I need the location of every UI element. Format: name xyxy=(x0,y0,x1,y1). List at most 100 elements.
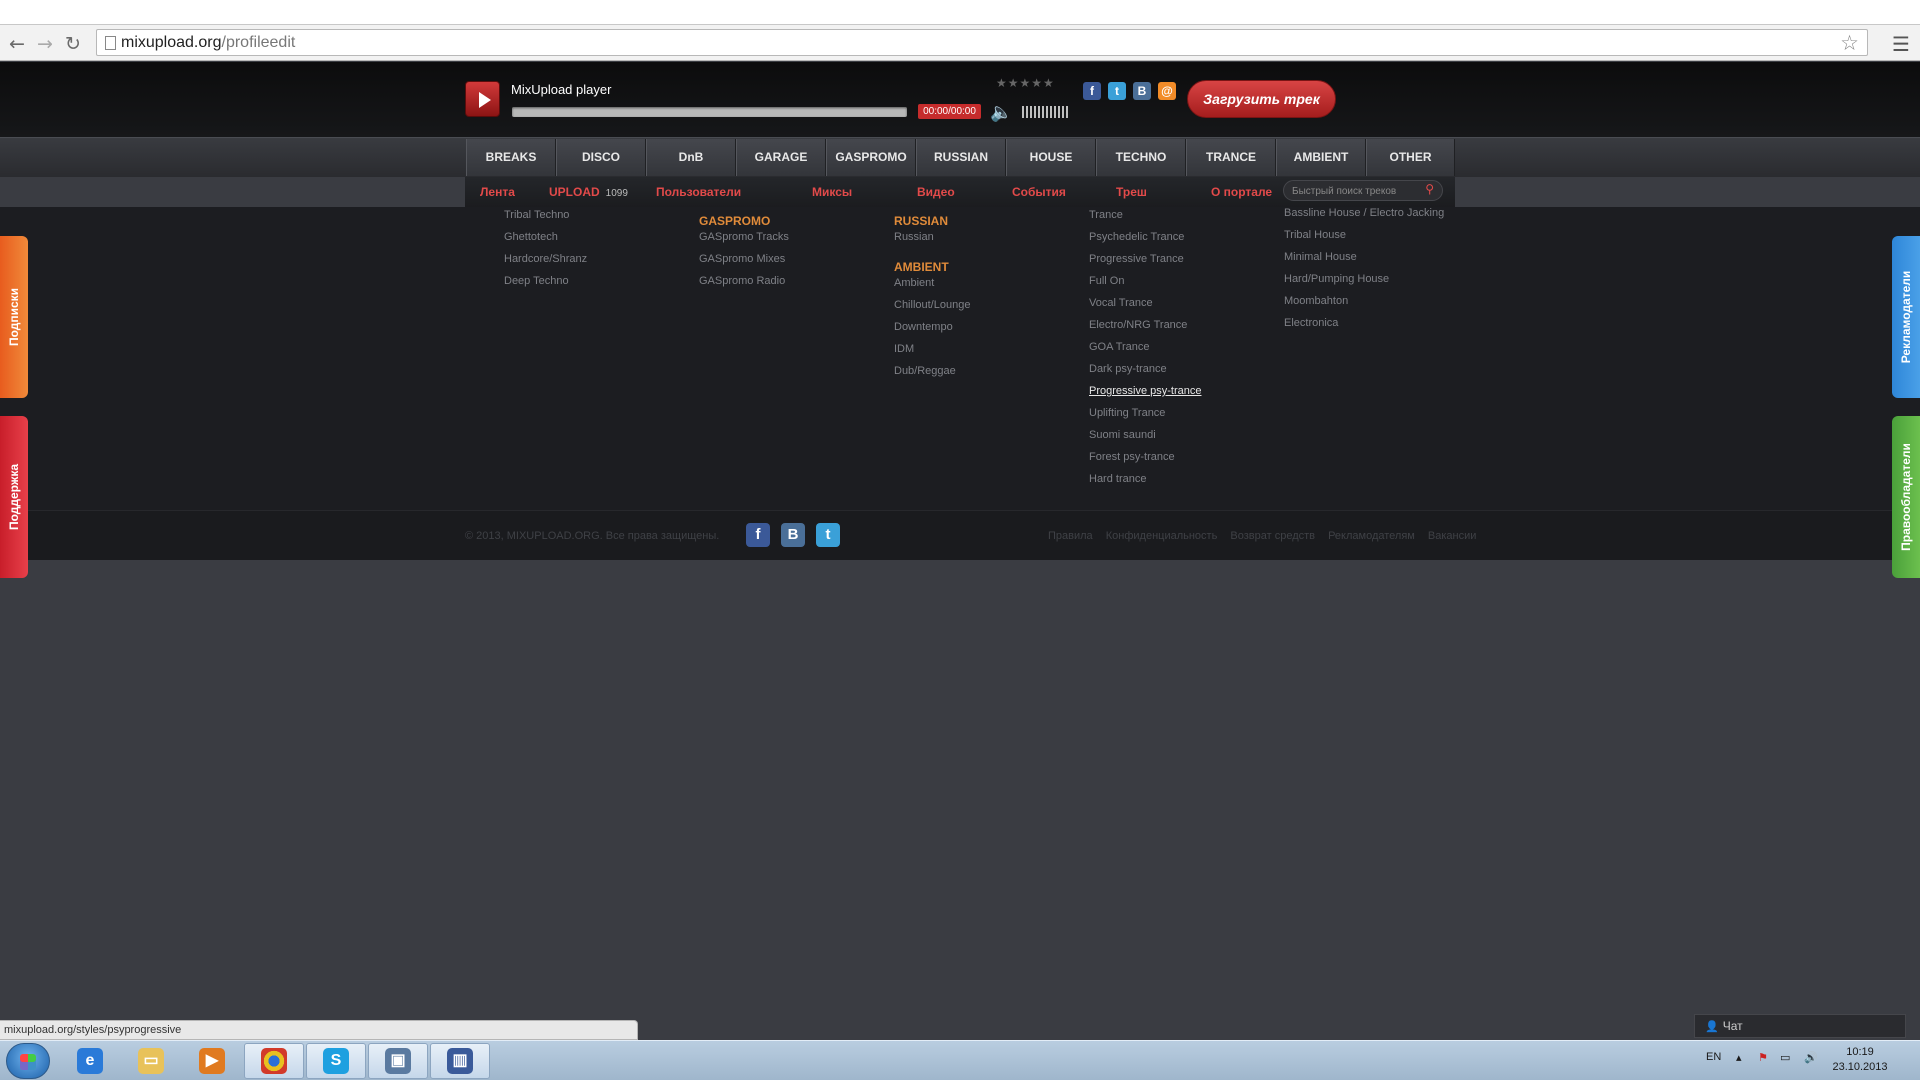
taskbar-remote-desktop[interactable]: ▣ xyxy=(368,1043,428,1079)
play-button[interactable] xyxy=(465,81,500,117)
tab-disco[interactable]: DISCO xyxy=(556,139,646,176)
language-indicator[interactable]: EN xyxy=(1706,1051,1721,1063)
genre-link-vocal-trance[interactable]: Vocal Trance xyxy=(1089,297,1153,309)
tab-ambient[interactable]: AMBIENT xyxy=(1276,139,1366,176)
genre-link-tribal-house[interactable]: Tribal House xyxy=(1284,229,1346,241)
clock[interactable]: 10:19 23.10.2013 xyxy=(1828,1045,1892,1075)
subscriptions-side-tab[interactable]: Подписки xyxy=(0,236,28,398)
tray-arrow-icon[interactable]: ▴ xyxy=(1736,1051,1742,1064)
subnav-mixes[interactable]: Миксы xyxy=(812,185,852,199)
chrome-menu-icon[interactable]: ☰ xyxy=(1892,32,1910,56)
bookmark-star-icon[interactable]: ☆ xyxy=(1840,31,1859,55)
tab-breaks[interactable]: BREAKS xyxy=(466,139,556,176)
search-icon[interactable]: ⚲ xyxy=(1425,182,1434,196)
genre-link-minimal-house[interactable]: Minimal House xyxy=(1284,251,1357,263)
tab-garage[interactable]: GARAGE xyxy=(736,139,826,176)
tab-house[interactable]: HOUSE xyxy=(1006,139,1096,176)
taskbar-network-app[interactable]: ▥ xyxy=(430,1043,490,1079)
genre-link-hard-pumping-house[interactable]: Hard/Pumping House xyxy=(1284,273,1389,285)
subnav-upload[interactable]: UPLOAD 1099 xyxy=(549,185,628,199)
network-icon[interactable]: ▭ xyxy=(1780,1051,1790,1064)
start-button[interactable] xyxy=(6,1043,50,1079)
tab-russian[interactable]: RUSSIAN xyxy=(916,139,1006,176)
genre-link-electro-nrg-trance[interactable]: Electro/NRG Trance xyxy=(1089,319,1187,331)
upload-track-button[interactable]: Загрузить трек xyxy=(1187,80,1336,118)
genre-link-hard-trance[interactable]: Hard trance xyxy=(1089,473,1146,485)
player-progress-bar[interactable] xyxy=(512,107,907,117)
tab-trance[interactable]: TRANCE xyxy=(1186,139,1276,176)
footer-link-rules[interactable]: Правила xyxy=(1048,530,1093,542)
genre-link-electronica[interactable]: Electronica xyxy=(1284,317,1338,329)
genre-link-gaspromo-tracks[interactable]: GASpromo Tracks xyxy=(699,231,789,243)
facebook-share-icon[interactable]: f xyxy=(1083,82,1101,100)
genre-link-russian[interactable]: Russian xyxy=(894,231,934,243)
forward-icon[interactable]: → xyxy=(32,31,58,57)
genre-link-tribal-techno[interactable]: Tribal Techno xyxy=(504,209,569,221)
footer-link-advertisers[interactable]: Рекламодателям xyxy=(1328,530,1415,542)
volume-slider[interactable] xyxy=(1022,106,1070,118)
twitter-icon[interactable]: t xyxy=(816,523,840,547)
facebook-icon[interactable]: f xyxy=(746,523,770,547)
taskbar-chrome[interactable] xyxy=(244,1043,304,1079)
genre-link-chillout-lounge[interactable]: Chillout/Lounge xyxy=(894,299,970,311)
genre-link-idm[interactable]: IDM xyxy=(894,343,914,355)
genre-link-moombahton[interactable]: Moombahton xyxy=(1284,295,1348,307)
mail-share-icon[interactable]: @ xyxy=(1158,82,1176,100)
taskbar-ie[interactable]: e xyxy=(60,1043,120,1079)
genre-link-deep-techno[interactable]: Deep Techno xyxy=(504,275,569,287)
url-text[interactable]: mixupload.org/profileedit xyxy=(121,34,295,52)
genre-link-progressive-trance[interactable]: Progressive Trance xyxy=(1089,253,1184,265)
twitter-share-icon[interactable]: t xyxy=(1108,82,1126,100)
category-heading[interactable]: AMBIENT xyxy=(894,260,949,274)
rating-stars[interactable]: ★★★★★ xyxy=(996,76,1055,90)
taskbar-explorer[interactable]: ▭ xyxy=(121,1043,181,1079)
vk-icon[interactable]: B xyxy=(781,523,805,547)
footer-link-refund[interactable]: Возврат средств xyxy=(1230,530,1315,542)
back-icon[interactable]: ← xyxy=(4,31,30,57)
genre-link-dark-psy-trance[interactable]: Dark psy-trance xyxy=(1089,363,1167,375)
genre-link-ghettotech[interactable]: Ghettotech xyxy=(504,231,558,243)
tab-techno[interactable]: TECHNO xyxy=(1096,139,1186,176)
taskbar-media-player[interactable]: ▶ xyxy=(182,1043,242,1079)
category-heading[interactable]: GASPROMO xyxy=(699,214,770,228)
genre-link-uplifting-trance[interactable]: Uplifting Trance xyxy=(1089,407,1165,419)
genre-link-hardcore-shranz[interactable]: Hardcore/Shranz xyxy=(504,253,587,265)
subnav-events[interactable]: События xyxy=(1012,185,1066,199)
genre-link-suomi-saundi[interactable]: Suomi saundi xyxy=(1089,429,1156,441)
chat-button[interactable]: 👤 Чат xyxy=(1694,1014,1906,1038)
footer-link-jobs[interactable]: Вакансии xyxy=(1428,530,1477,542)
category-heading[interactable]: RUSSIAN xyxy=(894,214,948,228)
genre-link-gaspromo-mixes[interactable]: GASpromo Mixes xyxy=(699,253,785,265)
genre-link-ambient[interactable]: Ambient xyxy=(894,277,934,289)
subnav-feed[interactable]: Лента xyxy=(480,185,515,199)
rights-holders-side-tab[interactable]: Правообладатели xyxy=(1892,416,1920,578)
genre-link-dub-reggae[interactable]: Dub/Reggae xyxy=(894,365,956,377)
reload-icon[interactable]: ↻ xyxy=(60,31,86,57)
search-input[interactable] xyxy=(1292,184,1417,198)
speaker-icon[interactable]: 🔊 xyxy=(1804,1051,1818,1064)
genre-link-gaspromo-radio[interactable]: GASpromo Radio xyxy=(699,275,785,287)
support-side-tab[interactable]: Поддержка xyxy=(0,416,28,578)
subnav-users[interactable]: Пользователи xyxy=(656,185,741,199)
footer-link-privacy[interactable]: Конфиденциальность xyxy=(1106,530,1218,542)
volume-icon[interactable]: 🔈 xyxy=(990,102,1012,123)
tab-gaspromo[interactable]: GASPROMO xyxy=(826,139,916,176)
genre-link-downtempo[interactable]: Downtempo xyxy=(894,321,953,333)
action-center-flag-icon[interactable]: ⚑ xyxy=(1758,1051,1768,1064)
genre-link-progressive-psy-trance[interactable]: Progressive psy-trance xyxy=(1089,385,1202,397)
tab-other[interactable]: OTHER xyxy=(1366,139,1455,176)
subnav-video[interactable]: Видео xyxy=(917,185,955,199)
subnav-about[interactable]: О портале xyxy=(1211,185,1272,199)
advertisers-side-tab[interactable]: Рекламодатели xyxy=(1892,236,1920,398)
taskbar-skype[interactable]: S xyxy=(306,1043,366,1079)
genre-link-bassline-house-electro-jacking[interactable]: Bassline House / Electro Jacking xyxy=(1284,207,1444,219)
address-bar[interactable]: mixupload.org/profileedit ☆ xyxy=(96,29,1868,56)
genre-link-full-on[interactable]: Full On xyxy=(1089,275,1124,287)
genre-link-psychedelic-trance[interactable]: Psychedelic Trance xyxy=(1089,231,1184,243)
genre-link-goa-trance[interactable]: GOA Trance xyxy=(1089,341,1150,353)
genre-link-forest-psy-trance[interactable]: Forest psy-trance xyxy=(1089,451,1175,463)
tab-dnb[interactable]: DnB xyxy=(646,139,736,176)
subnav-trash[interactable]: Треш xyxy=(1116,185,1147,199)
vk-share-icon[interactable]: B xyxy=(1133,82,1151,100)
genre-link-trance[interactable]: Trance xyxy=(1089,209,1123,221)
